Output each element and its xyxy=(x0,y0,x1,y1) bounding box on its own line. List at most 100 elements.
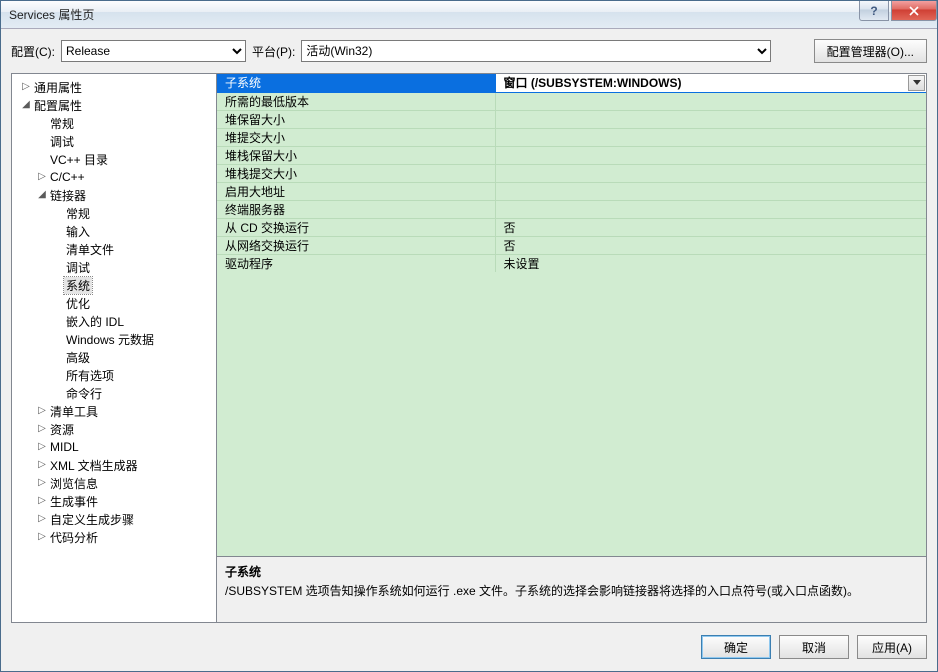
config-select[interactable]: Release xyxy=(61,40,246,62)
tree-expand-icon[interactable]: ▷ xyxy=(36,406,48,416)
tree-item[interactable]: ▷MIDL xyxy=(12,438,216,456)
tree-item-label: 自定义生成步骤 xyxy=(48,511,136,528)
tree-item[interactable]: ▷代码分析 xyxy=(12,528,216,546)
tree-item[interactable]: ▷C/C++ xyxy=(12,168,216,186)
tree-item-label: 清单工具 xyxy=(48,403,100,420)
config-manager-button[interactable]: 配置管理器(O)... xyxy=(814,39,927,63)
tree-item[interactable]: ▷XML 文档生成器 xyxy=(12,456,216,474)
tree-item[interactable]: 调试 xyxy=(12,132,216,150)
property-value[interactable] xyxy=(495,146,926,164)
tree-item-label: 浏览信息 xyxy=(48,475,100,492)
tree-expand-icon[interactable]: ▷ xyxy=(36,172,48,182)
tree-item[interactable]: 常规 xyxy=(12,114,216,132)
tree-item[interactable]: 常规 xyxy=(12,204,216,222)
property-name: 子系统 xyxy=(217,74,495,92)
tree-item[interactable]: 清单文件 xyxy=(12,240,216,258)
tree-item-label: 调试 xyxy=(64,259,92,276)
property-row[interactable]: 终端服务器 xyxy=(217,200,926,218)
property-name: 启用大地址 xyxy=(217,182,495,200)
tree-expand-icon[interactable]: ▷ xyxy=(36,532,48,542)
property-row[interactable]: 堆保留大小 xyxy=(217,110,926,128)
close-button[interactable] xyxy=(891,1,937,21)
property-value[interactable]: 未设置 xyxy=(495,254,926,272)
tree-item[interactable]: ▷清单工具 xyxy=(12,402,216,420)
tree-expand-icon[interactable]: ▷ xyxy=(20,82,32,92)
window-controls: ? xyxy=(859,1,937,21)
tree-expand-icon[interactable]: ▷ xyxy=(36,514,48,524)
property-pane: 子系统窗口 (/SUBSYSTEM:WINDOWS)所需的最低版本堆保留大小堆提… xyxy=(217,74,926,622)
tree-item[interactable]: ◢链接器 xyxy=(12,186,216,204)
tree-item-label: 命令行 xyxy=(64,385,104,402)
property-row[interactable]: 堆栈提交大小 xyxy=(217,164,926,182)
tree-expand-icon[interactable]: ▷ xyxy=(36,442,48,452)
property-grid[interactable]: 子系统窗口 (/SUBSYSTEM:WINDOWS)所需的最低版本堆保留大小堆提… xyxy=(217,74,926,556)
nav-tree[interactable]: ▷通用属性◢配置属性常规调试VC++ 目录▷C/C++◢链接器常规输入清单文件调… xyxy=(12,74,217,622)
help-button[interactable]: ? xyxy=(859,1,889,21)
tree-expand-icon[interactable]: ▷ xyxy=(36,478,48,488)
tree-item[interactable]: 所有选项 xyxy=(12,366,216,384)
property-row[interactable]: 从网络交换运行否 xyxy=(217,236,926,254)
tree-expand-icon[interactable]: ▷ xyxy=(36,460,48,470)
tree-collapse-icon[interactable]: ◢ xyxy=(20,100,32,110)
tree-item[interactable]: 系统 xyxy=(12,276,216,294)
tree-item[interactable]: VC++ 目录 xyxy=(12,150,216,168)
tree-item[interactable]: ▷生成事件 xyxy=(12,492,216,510)
tree-item[interactable]: ▷浏览信息 xyxy=(12,474,216,492)
property-row[interactable]: 堆提交大小 xyxy=(217,128,926,146)
config-toolbar: 配置(C): Release 平台(P): 活动(Win32) 配置管理器(O)… xyxy=(11,39,927,63)
tree-item[interactable]: ▷资源 xyxy=(12,420,216,438)
property-value[interactable] xyxy=(495,110,926,128)
property-name: 堆栈提交大小 xyxy=(217,164,495,182)
property-name: 堆栈保留大小 xyxy=(217,146,495,164)
tree-item[interactable]: ▷自定义生成步骤 xyxy=(12,510,216,528)
window-title: Services 属性页 xyxy=(9,6,94,23)
description-title: 子系统 xyxy=(225,563,918,580)
property-value[interactable] xyxy=(495,92,926,110)
property-value[interactable] xyxy=(495,128,926,146)
property-row[interactable]: 子系统窗口 (/SUBSYSTEM:WINDOWS) xyxy=(217,74,926,92)
property-row[interactable]: 启用大地址 xyxy=(217,182,926,200)
tree-item[interactable]: ▷通用属性 xyxy=(12,78,216,96)
property-value[interactable] xyxy=(495,200,926,218)
tree-item[interactable]: 调试 xyxy=(12,258,216,276)
tree-item[interactable]: 输入 xyxy=(12,222,216,240)
value-dropdown-button[interactable] xyxy=(908,75,925,91)
cancel-button[interactable]: 取消 xyxy=(779,635,849,659)
property-row[interactable]: 所需的最低版本 xyxy=(217,92,926,110)
platform-select[interactable]: 活动(Win32) xyxy=(301,40,771,62)
apply-button[interactable]: 应用(A) xyxy=(857,635,927,659)
tree-item[interactable]: Windows 元数据 xyxy=(12,330,216,348)
property-value[interactable] xyxy=(495,164,926,182)
tree-item-label: Windows 元数据 xyxy=(64,331,156,348)
ok-button[interactable]: 确定 xyxy=(701,635,771,659)
tree-item[interactable]: 命令行 xyxy=(12,384,216,402)
property-row[interactable]: 堆栈保留大小 xyxy=(217,146,926,164)
property-value[interactable]: 窗口 (/SUBSYSTEM:WINDOWS) xyxy=(495,74,926,92)
property-name: 从网络交换运行 xyxy=(217,236,495,254)
tree-collapse-icon[interactable]: ◢ xyxy=(36,190,48,200)
tree-item-label: 生成事件 xyxy=(48,493,100,510)
tree-expand-icon[interactable]: ▷ xyxy=(36,496,48,506)
property-value[interactable] xyxy=(495,182,926,200)
dialog-window: Services 属性页 ? 配置(C): Release 平台(P): 活动(… xyxy=(0,0,938,672)
tree-item[interactable]: 优化 xyxy=(12,294,216,312)
titlebar[interactable]: Services 属性页 ? xyxy=(1,1,937,29)
tree-item-label: 通用属性 xyxy=(32,79,84,96)
tree-item[interactable]: 高级 xyxy=(12,348,216,366)
property-name: 从 CD 交换运行 xyxy=(217,218,495,236)
property-name: 终端服务器 xyxy=(217,200,495,218)
property-value[interactable]: 否 xyxy=(495,236,926,254)
tree-item-label: 系统 xyxy=(64,277,92,294)
property-row[interactable]: 驱动程序未设置 xyxy=(217,254,926,272)
client-area: 配置(C): Release 平台(P): 活动(Win32) 配置管理器(O)… xyxy=(1,29,937,671)
property-name: 所需的最低版本 xyxy=(217,92,495,110)
tree-item[interactable]: ◢配置属性 xyxy=(12,96,216,114)
property-row[interactable]: 从 CD 交换运行否 xyxy=(217,218,926,236)
tree-item[interactable]: 嵌入的 IDL xyxy=(12,312,216,330)
tree-item-label: 调试 xyxy=(48,133,76,150)
close-icon xyxy=(909,6,919,16)
platform-label: 平台(P): xyxy=(252,43,295,60)
tree-item-label: 输入 xyxy=(64,223,92,240)
tree-expand-icon[interactable]: ▷ xyxy=(36,424,48,434)
property-value[interactable]: 否 xyxy=(495,218,926,236)
